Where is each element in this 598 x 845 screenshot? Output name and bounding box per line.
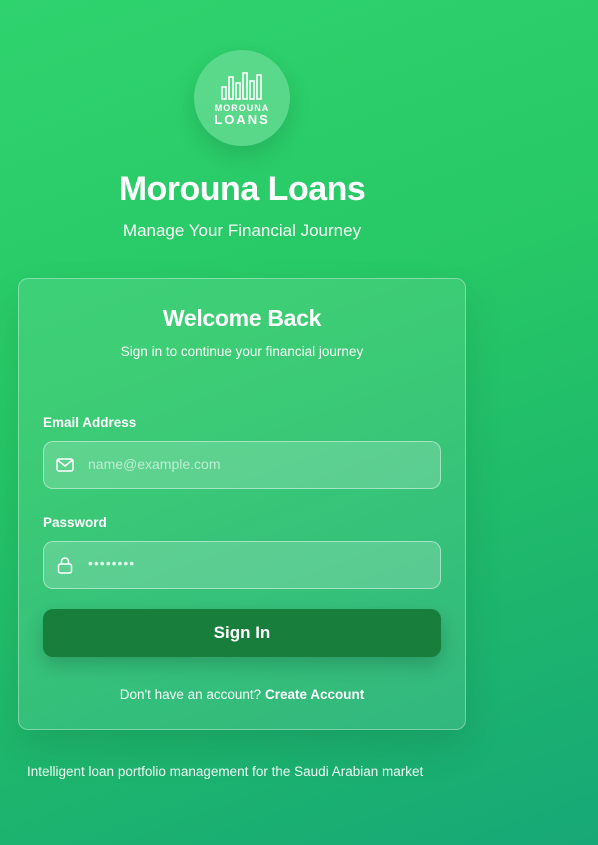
signup-prompt: Don't have an account? (119, 687, 262, 702)
logo-text-top: MOROUNA (214, 102, 270, 113)
footer-text: Intelligent loan portfolio management fo… (27, 764, 424, 779)
create-account-link[interactable]: Create Account (265, 687, 364, 702)
email-field[interactable]: name@example.com (43, 441, 441, 489)
card-subtitle: Sign in to continue your financial journ… (120, 344, 364, 359)
password-value: •••••••• (88, 555, 136, 571)
login-card: Welcome Back Sign in to continue your fi… (18, 278, 466, 730)
app-title: Morouna Loans (118, 170, 366, 208)
password-label: Password (43, 515, 107, 530)
logo-text-bottom: LOANS (214, 111, 270, 127)
mail-icon (56, 458, 74, 472)
card-title: Welcome Back (162, 305, 322, 331)
signin-button[interactable]: Sign In (43, 609, 441, 657)
app-subtitle: Manage Your Financial Journey (122, 221, 362, 240)
brand-logo: MOROUNA LOANS (194, 50, 290, 146)
signup-row: Don't have an account? Create Account (19, 687, 465, 702)
email-placeholder: name@example.com (88, 456, 221, 472)
bar-chart-logo-icon (221, 71, 262, 100)
password-field[interactable]: •••••••• (43, 541, 441, 589)
email-label: Email Address (43, 415, 137, 430)
lock-icon (57, 557, 73, 574)
